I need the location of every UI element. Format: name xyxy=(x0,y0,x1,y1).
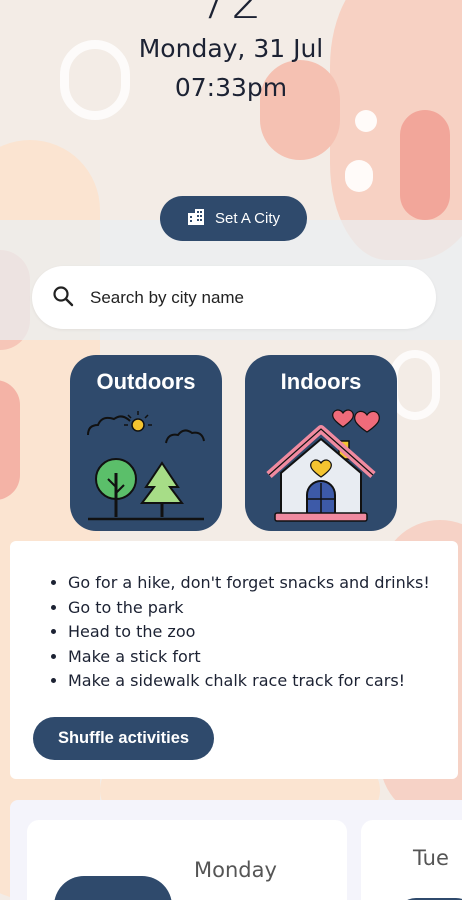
shuffle-activities-button[interactable]: Shuffle activities xyxy=(33,717,214,760)
list-item: Make a sidewalk chalk race track for car… xyxy=(68,669,430,694)
forecast-day-card[interactable]: Monday xyxy=(27,820,347,900)
temperature-reading: 72 xyxy=(198,0,264,30)
building-icon xyxy=(187,208,205,229)
outdoors-category-card[interactable]: Outdoors xyxy=(70,355,222,531)
activities-list: Go for a hike, don't forget snacks and d… xyxy=(68,571,430,694)
indoors-label: Indoors xyxy=(280,369,362,394)
forecast-day-name: Tue xyxy=(413,846,449,870)
forecast-strip[interactable]: Monday Tue xyxy=(10,800,462,900)
list-item: Go to the park xyxy=(68,596,430,621)
current-date: Monday, 31 Jul xyxy=(138,34,324,63)
list-item: Go for a hike, don't forget snacks and d… xyxy=(68,571,430,596)
city-search-bar xyxy=(32,266,436,329)
list-item: Make a stick fort xyxy=(68,645,430,670)
list-item: Head to the zoo xyxy=(68,620,430,645)
forecast-day-name: Monday xyxy=(194,858,277,882)
indoors-category-card[interactable]: Indoors xyxy=(245,355,397,531)
city-search-input[interactable] xyxy=(90,287,400,308)
set-city-label: Set A City xyxy=(214,210,281,227)
current-time: 07:33pm xyxy=(174,73,288,102)
search-icon xyxy=(52,285,74,311)
outdoors-label: Outdoors xyxy=(96,369,196,394)
set-city-button[interactable]: Set A City xyxy=(160,196,307,241)
weather-icon-pill xyxy=(54,876,172,900)
forecast-day-card[interactable]: Tue xyxy=(361,820,462,900)
activities-panel: Go for a hike, don't forget snacks and d… xyxy=(10,541,458,779)
